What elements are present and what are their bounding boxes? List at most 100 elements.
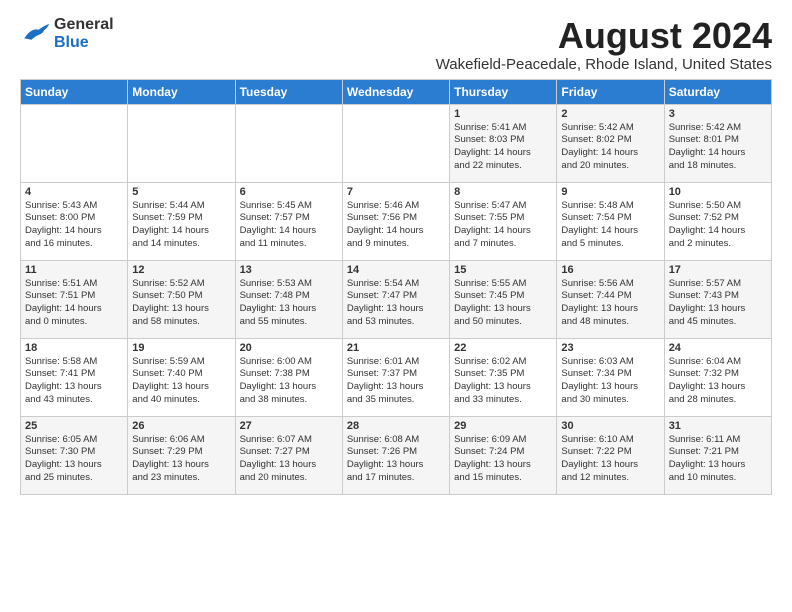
cell-content: Sunrise: 5:50 AM Sunset: 7:52 PM Dayligh…	[669, 200, 767, 251]
cell-content: Sunrise: 5:53 AM Sunset: 7:48 PM Dayligh…	[240, 278, 338, 329]
day-number: 20	[240, 342, 338, 354]
day-number: 16	[561, 264, 659, 276]
cell-content: Sunrise: 5:44 AM Sunset: 7:59 PM Dayligh…	[132, 200, 230, 251]
day-number: 22	[454, 342, 552, 354]
day-number: 25	[25, 420, 123, 432]
day-number: 3	[669, 108, 767, 120]
calendar-week-1: 1 Sunrise: 5:41 AM Sunset: 8:03 PM Daylig…	[21, 104, 772, 182]
cell-content: Sunrise: 5:42 AM Sunset: 8:02 PM Dayligh…	[561, 122, 659, 173]
cell-content: Sunrise: 6:02 AM Sunset: 7:35 PM Dayligh…	[454, 356, 552, 407]
calendar-cell: 5 Sunrise: 5:44 AM Sunset: 7:59 PM Daylig…	[128, 182, 235, 260]
cell-content: Sunrise: 5:56 AM Sunset: 7:44 PM Dayligh…	[561, 278, 659, 329]
calendar-cell	[128, 104, 235, 182]
calendar-cell: 27Sunrise: 6:07 AM Sunset: 7:27 PM Dayli…	[235, 416, 342, 494]
day-number: 15	[454, 264, 552, 276]
cell-content: Sunrise: 6:11 AM Sunset: 7:21 PM Dayligh…	[669, 434, 767, 485]
day-number: 19	[132, 342, 230, 354]
day-number: 12	[132, 264, 230, 276]
logo: General Blue	[20, 16, 114, 52]
day-number: 13	[240, 264, 338, 276]
calendar-cell: 15 Sunrise: 5:55 AM Sunset: 7:45 PM Dayli…	[450, 260, 557, 338]
calendar-cell	[342, 104, 449, 182]
day-number: 17	[669, 264, 767, 276]
header: General Blue August 2024 Wakefield-Peace…	[20, 16, 772, 73]
day-number: 8	[454, 186, 552, 198]
title-section: August 2024 Wakefield-Peacedale, Rhode I…	[436, 16, 772, 73]
cell-content: Sunrise: 5:52 AM Sunset: 7:50 PM Dayligh…	[132, 278, 230, 329]
calendar-cell: 8 Sunrise: 5:47 AM Sunset: 7:55 PM Daylig…	[450, 182, 557, 260]
col-monday: Monday	[128, 79, 235, 104]
calendar-table: Sunday Monday Tuesday Wednesday Thursday…	[20, 79, 772, 495]
calendar-cell: 18 Sunrise: 5:58 AM Sunset: 7:41 PM Dayli…	[21, 338, 128, 416]
col-friday: Friday	[557, 79, 664, 104]
calendar-week-5: 25Sunrise: 6:05 AM Sunset: 7:30 PM Dayli…	[21, 416, 772, 494]
day-number: 28	[347, 420, 445, 432]
calendar-cell: 22 Sunrise: 6:02 AM Sunset: 7:35 PM Dayli…	[450, 338, 557, 416]
day-number: 14	[347, 264, 445, 276]
calendar-week-2: 4Sunrise: 5:43 AM Sunset: 8:00 PM Daylig…	[21, 182, 772, 260]
calendar-cell: 19 Sunrise: 5:59 AM Sunset: 7:40 PM Dayli…	[128, 338, 235, 416]
header-row: Sunday Monday Tuesday Wednesday Thursday…	[21, 79, 772, 104]
main-title: August 2024	[436, 16, 772, 56]
cell-content: Sunrise: 5:46 AM Sunset: 7:56 PM Dayligh…	[347, 200, 445, 251]
calendar-cell: 31 Sunrise: 6:11 AM Sunset: 7:21 PM Dayli…	[664, 416, 771, 494]
calendar-cell	[21, 104, 128, 182]
cell-content: Sunrise: 5:59 AM Sunset: 7:40 PM Dayligh…	[132, 356, 230, 407]
calendar-cell: 4Sunrise: 5:43 AM Sunset: 8:00 PM Daylig…	[21, 182, 128, 260]
calendar-cell: 24Sunrise: 6:04 AM Sunset: 7:32 PM Dayli…	[664, 338, 771, 416]
cell-content: Sunrise: 6:09 AM Sunset: 7:24 PM Dayligh…	[454, 434, 552, 485]
calendar-cell: 25Sunrise: 6:05 AM Sunset: 7:30 PM Dayli…	[21, 416, 128, 494]
day-number: 7	[347, 186, 445, 198]
calendar-cell: 3 Sunrise: 5:42 AM Sunset: 8:01 PM Daylig…	[664, 104, 771, 182]
day-number: 18	[25, 342, 123, 354]
calendar-week-3: 11 Sunrise: 5:51 AM Sunset: 7:51 PM Dayli…	[21, 260, 772, 338]
day-number: 11	[25, 264, 123, 276]
day-number: 1	[454, 108, 552, 120]
cell-content: Sunrise: 6:01 AM Sunset: 7:37 PM Dayligh…	[347, 356, 445, 407]
calendar-cell: 30Sunrise: 6:10 AM Sunset: 7:22 PM Dayli…	[557, 416, 664, 494]
cell-content: Sunrise: 6:08 AM Sunset: 7:26 PM Dayligh…	[347, 434, 445, 485]
day-number: 10	[669, 186, 767, 198]
subtitle: Wakefield-Peacedale, Rhode Island, Unite…	[436, 56, 772, 73]
day-number: 30	[561, 420, 659, 432]
calendar-cell: 17Sunrise: 5:57 AM Sunset: 7:43 PM Dayli…	[664, 260, 771, 338]
cell-content: Sunrise: 5:47 AM Sunset: 7:55 PM Dayligh…	[454, 200, 552, 251]
cell-content: Sunrise: 6:04 AM Sunset: 7:32 PM Dayligh…	[669, 356, 767, 407]
calendar-cell: 28 Sunrise: 6:08 AM Sunset: 7:26 PM Dayli…	[342, 416, 449, 494]
day-number: 2	[561, 108, 659, 120]
calendar-cell: 1 Sunrise: 5:41 AM Sunset: 8:03 PM Daylig…	[450, 104, 557, 182]
calendar-cell: 26Sunrise: 6:06 AM Sunset: 7:29 PM Dayli…	[128, 416, 235, 494]
calendar-cell: 7 Sunrise: 5:46 AM Sunset: 7:56 PM Daylig…	[342, 182, 449, 260]
calendar-cell: 12 Sunrise: 5:52 AM Sunset: 7:50 PM Dayli…	[128, 260, 235, 338]
cell-content: Sunrise: 5:58 AM Sunset: 7:41 PM Dayligh…	[25, 356, 123, 407]
logo-blue: Blue	[54, 34, 89, 51]
day-number: 23	[561, 342, 659, 354]
calendar-cell: 14Sunrise: 5:54 AM Sunset: 7:47 PM Dayli…	[342, 260, 449, 338]
cell-content: Sunrise: 5:55 AM Sunset: 7:45 PM Dayligh…	[454, 278, 552, 329]
calendar-cell: 29 Sunrise: 6:09 AM Sunset: 7:24 PM Dayli…	[450, 416, 557, 494]
day-number: 5	[132, 186, 230, 198]
calendar-cell: 20 Sunrise: 6:00 AM Sunset: 7:38 PM Dayli…	[235, 338, 342, 416]
cell-content: Sunrise: 6:07 AM Sunset: 7:27 PM Dayligh…	[240, 434, 338, 485]
cell-content: Sunrise: 5:41 AM Sunset: 8:03 PM Dayligh…	[454, 122, 552, 173]
cell-content: Sunrise: 5:42 AM Sunset: 8:01 PM Dayligh…	[669, 122, 767, 173]
calendar-cell: 13 Sunrise: 5:53 AM Sunset: 7:48 PM Dayli…	[235, 260, 342, 338]
calendar-cell: 23Sunrise: 6:03 AM Sunset: 7:34 PM Dayli…	[557, 338, 664, 416]
cell-content: Sunrise: 5:45 AM Sunset: 7:57 PM Dayligh…	[240, 200, 338, 251]
cell-content: Sunrise: 6:00 AM Sunset: 7:38 PM Dayligh…	[240, 356, 338, 407]
bird-icon	[20, 24, 50, 44]
cell-content: Sunrise: 5:43 AM Sunset: 8:00 PM Dayligh…	[25, 200, 123, 251]
col-thursday: Thursday	[450, 79, 557, 104]
calendar-cell: 6 Sunrise: 5:45 AM Sunset: 7:57 PM Daylig…	[235, 182, 342, 260]
calendar-cell	[235, 104, 342, 182]
col-wednesday: Wednesday	[342, 79, 449, 104]
day-number: 29	[454, 420, 552, 432]
calendar-week-4: 18 Sunrise: 5:58 AM Sunset: 7:41 PM Dayli…	[21, 338, 772, 416]
calendar-cell: 16 Sunrise: 5:56 AM Sunset: 7:44 PM Dayli…	[557, 260, 664, 338]
cell-content: Sunrise: 5:48 AM Sunset: 7:54 PM Dayligh…	[561, 200, 659, 251]
day-number: 31	[669, 420, 767, 432]
day-number: 6	[240, 186, 338, 198]
page: General Blue August 2024 Wakefield-Peace…	[0, 0, 792, 505]
cell-content: Sunrise: 6:06 AM Sunset: 7:29 PM Dayligh…	[132, 434, 230, 485]
cell-content: Sunrise: 5:51 AM Sunset: 7:51 PM Dayligh…	[25, 278, 123, 329]
